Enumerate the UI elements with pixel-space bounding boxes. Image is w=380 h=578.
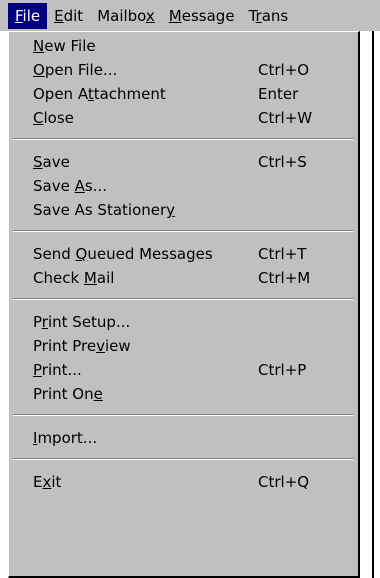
menu-separator [13, 458, 354, 460]
window-border [372, 31, 374, 578]
menu-item-label: Import... [33, 429, 98, 447]
menu-file[interactable]: File [8, 2, 48, 29]
menu-separator [13, 414, 354, 416]
menu-edit-mnemonic: E [54, 6, 64, 25]
menu-item-import[interactable]: Import... [9, 426, 358, 450]
menu-item-label: Open File... [33, 61, 118, 79]
menu-item-label: New File [33, 37, 96, 55]
menu-item-print-one[interactable]: Print One [9, 382, 358, 406]
menu-item-label: Open Attachment [33, 85, 166, 103]
menu-item-shortcut: Ctrl+Q [258, 473, 310, 491]
menu-mailbox[interactable]: Mailbox [90, 3, 162, 29]
menu-file-mnemonic: F [15, 6, 23, 25]
menu-item-check-mail[interactable]: Check Mail Ctrl+M [9, 266, 358, 290]
menu-separator [13, 298, 354, 300]
menu-item-label: Close [33, 109, 74, 127]
menu-transfer[interactable]: Trans [242, 3, 296, 29]
menu-item-open-file[interactable]: Open File... Ctrl+O [9, 58, 358, 82]
menu-separator [13, 230, 354, 232]
menu-item-new-file[interactable]: New File [9, 34, 358, 58]
menu-edit[interactable]: Edit [47, 3, 90, 29]
menu-item-label: Exit [33, 473, 62, 491]
menu-item-shortcut: Ctrl+T [258, 245, 307, 263]
menu-item-open-attachment[interactable]: Open Attachment Enter [9, 82, 358, 106]
menu-item-print-setup[interactable]: Print Setup... [9, 310, 358, 334]
menu-item-save-as-stationery[interactable]: Save As Stationery [9, 198, 358, 222]
menu-item-label: Save As Stationery [33, 201, 176, 219]
file-menu-dropdown: New File Open File... Ctrl+O Open Attachm… [8, 31, 360, 578]
menu-separator [13, 138, 354, 140]
menu-message[interactable]: Message [162, 3, 242, 29]
menu-item-label: Print... [33, 361, 82, 379]
menu-mailbox-text: Mailbo [97, 6, 146, 25]
menu-item-print-preview[interactable]: Print Preview [9, 334, 358, 358]
menu-item-save[interactable]: Save Ctrl+S [9, 150, 358, 174]
menu-item-print[interactable]: Print... Ctrl+P [9, 358, 358, 382]
menu-message-text-rest: essage [181, 6, 235, 25]
menu-item-exit[interactable]: Exit Ctrl+Q [9, 470, 358, 494]
menu-transfer-text-rest: ans [261, 6, 289, 25]
menu-item-close[interactable]: Close Ctrl+W [9, 106, 358, 130]
menu-message-mnemonic: M [168, 6, 182, 25]
menu-item-shortcut: Ctrl+P [258, 361, 307, 379]
menu-bar: File Edit Mailbox Message Trans [0, 0, 380, 31]
menu-transfer-text: T [248, 6, 256, 25]
menu-item-shortcut: Ctrl+S [258, 153, 307, 171]
menu-item-label: Print Setup... [33, 313, 131, 331]
menu-item-label: Save [33, 153, 70, 171]
menu-item-label: Print One [33, 385, 103, 403]
menu-item-label: Send Queued Messages [33, 245, 213, 263]
menu-item-shortcut: Enter [258, 85, 299, 103]
menu-item-shortcut: Ctrl+O [258, 61, 310, 79]
menu-item-label: Check Mail [33, 269, 115, 287]
menu-file-text-rest: ile [22, 6, 41, 25]
menu-item-label: Print Preview [33, 337, 131, 355]
menu-item-label: Save As... [33, 177, 107, 195]
menu-item-shortcut: Ctrl+M [258, 269, 311, 287]
menu-edit-text-rest: dit [63, 6, 84, 25]
menu-mailbox-mnemonic: x [145, 6, 155, 25]
menu-item-send-queued-messages[interactable]: Send Queued Messages Ctrl+T [9, 242, 358, 266]
menu-item-shortcut: Ctrl+W [258, 109, 313, 127]
menu-item-save-as[interactable]: Save As... [9, 174, 358, 198]
